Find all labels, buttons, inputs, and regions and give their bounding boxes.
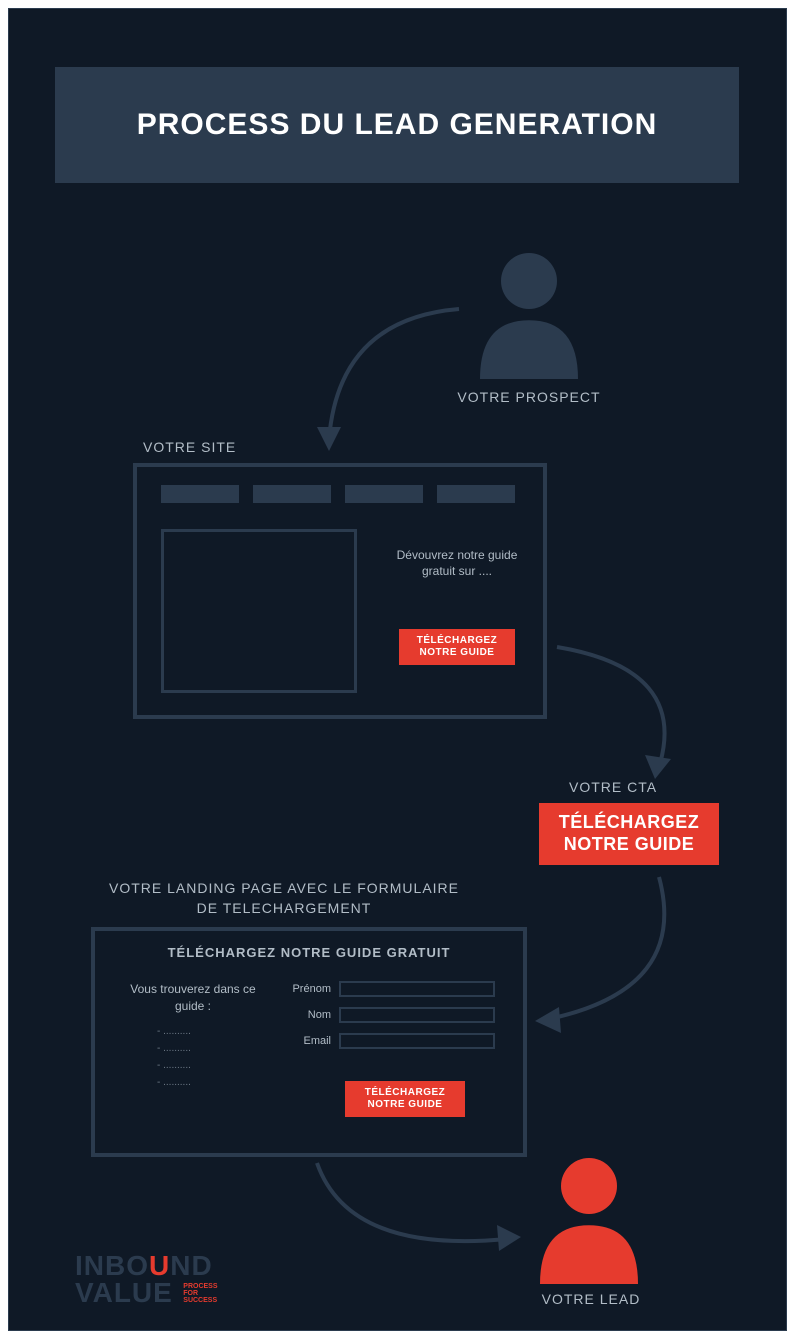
arrow-prospect-to-site: [309, 299, 489, 469]
nav-item: [437, 485, 515, 503]
person-icon: [519, 1144, 659, 1284]
lp-bullet: - ..........: [157, 1074, 263, 1091]
label-prenom: Prénom: [283, 983, 339, 995]
cta-label: VOTRE CTA: [569, 779, 657, 795]
site-teaser: Dévouvrez notre guide gratuit sur ....: [383, 547, 531, 579]
site-mockup: Dévouvrez notre guide gratuit sur .... T…: [133, 463, 547, 719]
email-field[interactable]: [339, 1033, 495, 1049]
lp-label: VOTRE LANDING PAGE AVEC LE FORMULAIRE DE…: [109, 879, 459, 918]
site-label: VOTRE SITE: [143, 439, 236, 455]
lp-bullet: - ..........: [157, 1023, 263, 1040]
logo-text: ND: [170, 1250, 212, 1281]
title-bar: PROCESS DU LEAD GENERATION: [55, 67, 739, 183]
nav-item: [161, 485, 239, 503]
prenom-field[interactable]: [339, 981, 495, 997]
lp-bullet: - ..........: [157, 1057, 263, 1074]
cta-big-button[interactable]: TÉLÉCHARGEZ NOTRE GUIDE: [539, 803, 719, 865]
nom-field[interactable]: [339, 1007, 495, 1023]
lp-intro: Vous trouverez dans ce guide :: [123, 981, 263, 1015]
tagline-line: PROCESS: [183, 1283, 217, 1290]
nav-item: [253, 485, 331, 503]
tagline-line: SUCCESS: [183, 1297, 217, 1304]
logo-text: VALUE: [75, 1280, 173, 1307]
diagram-frame: PROCESS DU LEAD GENERATION VOTRE PROSPEC…: [8, 8, 787, 1331]
brand-logo: INBOUND VALUE PROCESS FOR SUCCESS: [75, 1253, 275, 1306]
lead-label: VOTRE LEAD: [501, 1291, 681, 1307]
label-nom: Nom: [283, 1009, 339, 1021]
lp-cta-button[interactable]: TÉLÉCHARGEZ NOTRE GUIDE: [345, 1081, 465, 1117]
lp-row-prenom: Prénom: [283, 981, 509, 997]
lead-icon: [519, 1144, 659, 1289]
hero-placeholder: [161, 529, 357, 693]
nav-item: [345, 485, 423, 503]
lp-bullet: - ..........: [157, 1040, 263, 1057]
lp-title: TÉLÉCHARGEZ NOTRE GUIDE GRATUIT: [95, 931, 523, 960]
logo-tagline: PROCESS FOR SUCCESS: [183, 1283, 217, 1304]
site-cta-button[interactable]: TÉLÉCHARGEZ NOTRE GUIDE: [399, 629, 515, 665]
arrow-site-to-cta: [549, 639, 709, 789]
lp-row-nom: Nom: [283, 1007, 509, 1023]
arrow-cta-to-lp: [529, 869, 709, 1039]
lp-row-email: Email: [283, 1033, 509, 1049]
tagline-line: FOR: [183, 1290, 198, 1297]
landing-page-mockup: TÉLÉCHARGEZ NOTRE GUIDE GRATUIT Vous tro…: [91, 927, 527, 1157]
arrow-lp-to-lead: [309, 1159, 529, 1269]
page-title: PROCESS DU LEAD GENERATION: [137, 108, 658, 142]
lp-bullets: - .......... - .......... - .......... -…: [123, 1023, 263, 1091]
lp-intro-block: Vous trouverez dans ce guide : - .......…: [123, 981, 263, 1091]
label-email: Email: [283, 1035, 339, 1047]
lp-form: Prénom Nom Email: [283, 981, 509, 1059]
site-nav: [137, 467, 543, 503]
